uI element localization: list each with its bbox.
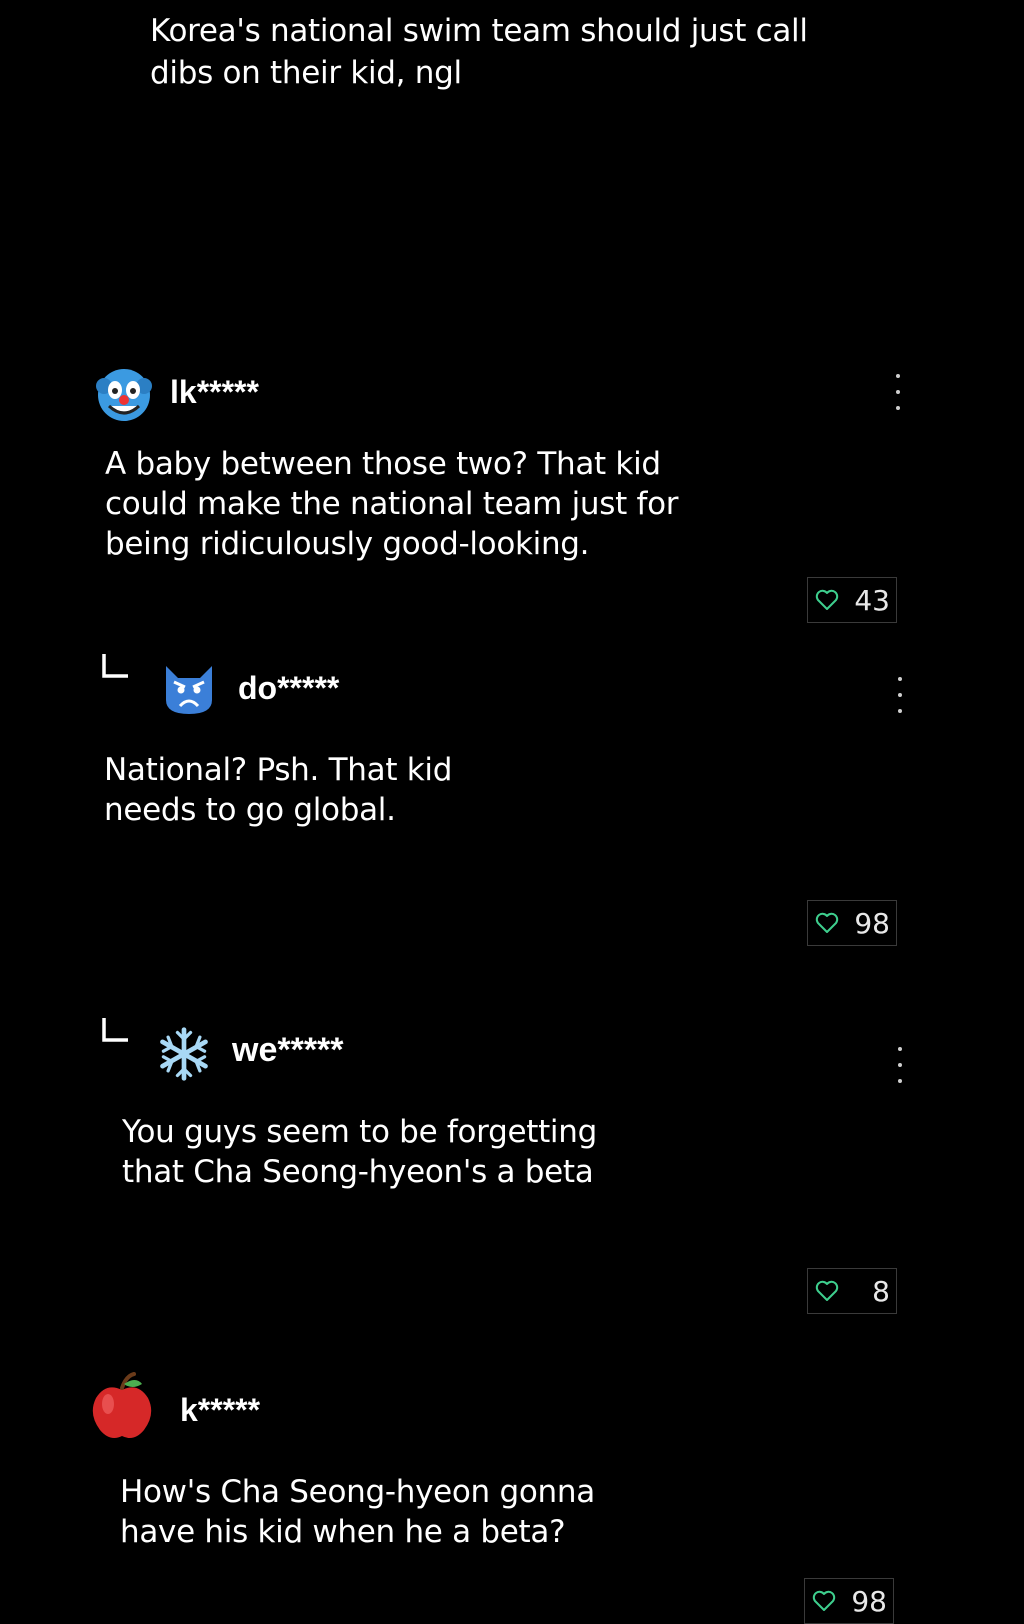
heart-icon [814,1278,840,1304]
like-count: 43 [854,583,890,617]
like-button[interactable]: 43 [807,577,897,623]
avatar[interactable] [86,1370,158,1442]
clown-face-icon [96,369,152,421]
like-count: 8 [872,1274,890,1308]
reply-indicator-icon [102,1018,128,1042]
snowflake-icon [155,1025,213,1083]
like-count: 98 [851,1584,887,1618]
like-button[interactable]: 8 [807,1268,897,1314]
more-options-button[interactable] [888,374,908,410]
more-options-button[interactable] [890,677,910,713]
username[interactable]: we***** [232,1030,344,1070]
comment-text: A baby between those two? That kid could… [105,446,679,562]
avatar[interactable] [160,660,218,718]
heart-icon [811,1588,837,1614]
like-count: 98 [854,906,890,940]
username[interactable]: do***** [238,668,339,708]
more-options-button[interactable] [890,1047,910,1083]
avatar[interactable] [155,1025,213,1083]
comment-text: National? Psh. That kid needs to go glob… [104,752,453,828]
reply-indicator-icon [102,654,128,678]
heart-icon [814,587,840,613]
angry-cat-icon [166,666,212,714]
like-button[interactable]: 98 [807,900,897,946]
heart-icon [814,910,840,936]
username[interactable]: k***** [180,1390,260,1430]
comment-text: How's Cha Seong-hyeon gonna have his kid… [120,1474,595,1550]
like-button[interactable]: 98 [804,1578,894,1624]
username[interactable]: lk***** [170,372,259,412]
avatar[interactable] [95,366,153,424]
comment-text: You guys seem to be forgetting that Cha … [122,1114,597,1190]
comment-text: Korea's national swim team should just c… [150,13,808,91]
apple-icon [92,1372,152,1438]
